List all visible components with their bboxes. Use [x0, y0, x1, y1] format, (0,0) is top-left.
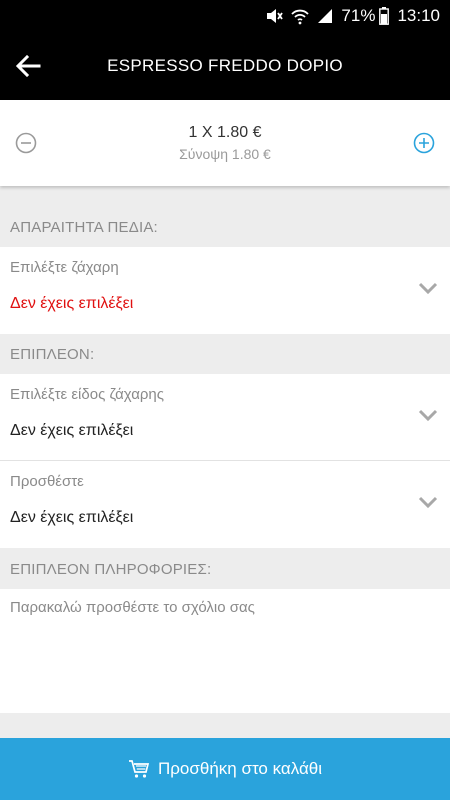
back-button[interactable]	[0, 32, 56, 100]
clock: 13:10	[397, 6, 440, 25]
app-bar: ESPRESSO FREDDO DOPIO	[0, 32, 450, 100]
battery-percent: 71%	[341, 6, 376, 25]
plus-circle-icon	[413, 132, 435, 154]
wifi-icon	[291, 7, 310, 25]
page-title: ESPRESSO FREDDO DOPIO	[107, 56, 343, 75]
quantity-summary: Σύνοψη 1.80 €	[179, 146, 271, 162]
signal-icon	[317, 8, 333, 24]
comment-box	[0, 589, 450, 713]
section-header-info: ΕΠΙΠΛΕΟΝ ΠΛΗΡΟΦΟΡΙΕΣ:	[0, 549, 450, 589]
quantity-line: 1 X 1.80 €	[188, 124, 262, 141]
sugar-select-value: Δεν έχεις επιλέξει	[10, 295, 134, 312]
sugar-type-select-value: Δεν έχεις επιλέξει	[10, 422, 134, 439]
add-extra-select-value: Δεν έχεις επιλέξει	[10, 509, 134, 526]
quantity-card: 1 X 1.80 € Σύνοψη 1.80 €	[0, 100, 450, 186]
sugar-type-select[interactable]: Επιλέξτε είδος ζάχαρης Δεν έχεις επιλέξε…	[0, 374, 450, 461]
cart-icon	[128, 760, 150, 778]
section-header-extra: ΕΠΙΠΛΕΟΝ:	[0, 334, 450, 374]
decrease-quantity-button[interactable]	[0, 100, 52, 186]
status-bar: 71% 13:10	[0, 0, 450, 32]
add-extra-select-label: Προσθέστε	[10, 473, 84, 490]
increase-quantity-button[interactable]	[398, 100, 450, 186]
arrow-left-icon	[15, 55, 41, 77]
chevron-down-icon	[418, 282, 438, 295]
mute-icon	[265, 7, 284, 25]
minus-circle-icon	[15, 132, 37, 154]
sugar-type-select-label: Επιλέξτε είδος ζάχαρης	[10, 386, 165, 403]
chevron-down-icon	[418, 409, 438, 422]
comment-input[interactable]	[0, 589, 450, 713]
add-to-cart-button[interactable]: Προσθήκη στο καλάθι	[0, 738, 450, 800]
sugar-select-label: Επιλέξτε ζάχαρη	[10, 259, 119, 276]
chevron-down-icon	[418, 496, 438, 509]
section-header-required: ΑΠΑΡΑΙΤΗΤΑ ΠΕΔΙΑ:	[0, 207, 450, 247]
battery-icon	[379, 7, 390, 25]
add-extra-select[interactable]: Προσθέστε Δεν έχεις επιλέξει	[0, 461, 450, 548]
sugar-select[interactable]: Επιλέξτε ζάχαρη Δεν έχεις επιλέξει	[0, 247, 450, 334]
add-to-cart-label: Προσθήκη στο καλάθι	[157, 759, 323, 778]
